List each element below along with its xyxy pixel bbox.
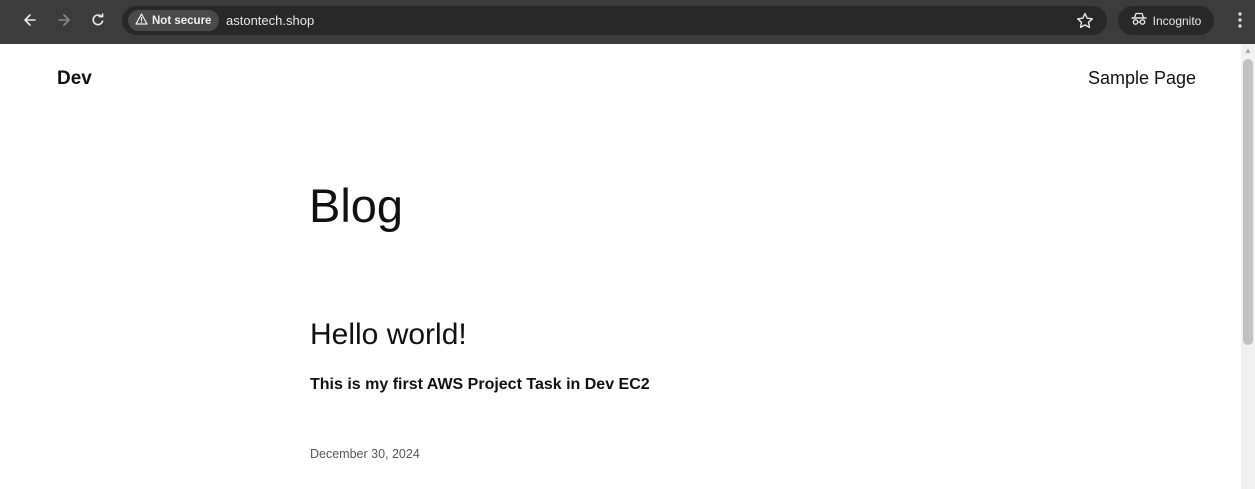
reload-button[interactable] [86,8,110,32]
reload-icon [86,12,110,28]
arrow-right-icon [52,12,76,28]
incognito-icon [1130,12,1147,29]
post-date: December 30, 2024 [310,447,420,461]
arrow-left-icon [18,12,42,28]
incognito-label: Incognito [1152,13,1202,28]
forward-button[interactable] [52,8,76,32]
scrollbar-thumb[interactable] [1243,59,1253,345]
star-icon[interactable] [1075,11,1095,31]
url-text[interactable]: astontech.shop [226,12,314,29]
scroll-up-arrow-icon[interactable]: ▲ [1241,44,1255,58]
security-label: Not secure [152,14,212,27]
vertical-scrollbar[interactable]: ▲ [1241,44,1255,489]
post-title-link[interactable]: Hello world! [310,320,467,350]
post-excerpt: This is my first AWS Project Task in Dev… [310,376,650,393]
address-bar[interactable]: Not secure astontech.shop [122,6,1107,35]
nav-link-sample-page[interactable]: Sample Page [1088,68,1196,89]
incognito-indicator[interactable]: Incognito [1118,6,1214,35]
kebab-menu-icon [1232,12,1248,38]
page-title: Blog [309,179,404,232]
browser-toolbar: Not secure astontech.shop Incognito [0,0,1255,44]
browser-menu-button[interactable] [1232,8,1248,34]
security-indicator[interactable]: Not secure [128,10,220,31]
warning-triangle-icon [135,13,148,28]
back-button[interactable] [18,8,42,32]
page-viewport: Dev Sample Page Blog Hello world! This i… [0,44,1241,489]
site-title-link[interactable]: Dev [57,68,92,90]
